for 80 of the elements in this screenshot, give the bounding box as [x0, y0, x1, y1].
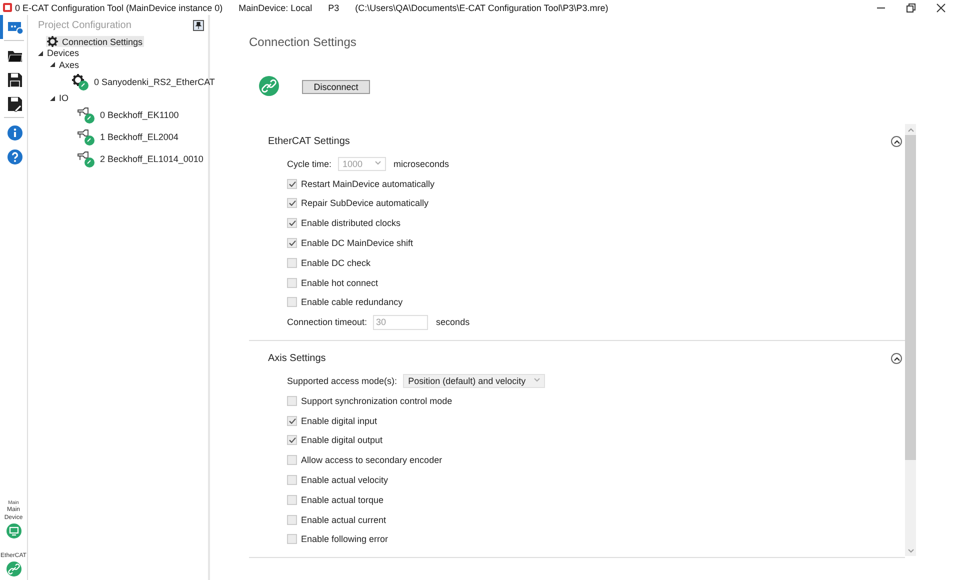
plug-status-icon [77, 106, 95, 124]
restore-icon[interactable] [906, 2, 916, 12]
dropdown[interactable]: Position (default) and velocity [403, 374, 545, 388]
tree-item[interactable]: 0 Sanyodenki_RS2_EtherCAT [70, 72, 216, 90]
checkbox[interactable] [287, 416, 297, 426]
app-logo-icon [3, 3, 12, 12]
chevron-up-icon [894, 356, 900, 361]
link-icon[interactable] [6, 561, 22, 577]
checkbox-label: Enable actual torque [301, 494, 384, 505]
save-icon [7, 72, 23, 88]
field-label: Supported access mode(s): [287, 376, 398, 386]
pin-button[interactable] [193, 20, 204, 31]
checkbox[interactable] [287, 297, 297, 308]
project-path: (C:\Users\QA\Documents\E-CAT Configuration Tool\P3\P3.mre) [355, 2, 608, 12]
gear-status-icon [71, 72, 89, 90]
checkbox[interactable] [287, 514, 297, 525]
chevron-down-icon [534, 378, 540, 382]
tree-item[interactable]: Connection Settings [46, 36, 144, 48]
checkbox[interactable] [287, 218, 297, 228]
panel-title: Project Configuration [38, 20, 132, 31]
checkbox-label: Enable following error [301, 534, 388, 544]
chevron-up-icon [894, 140, 900, 144]
chevron-down-icon [374, 160, 381, 165]
checkbox[interactable] [287, 475, 297, 486]
checkbox-label: Enable digital output [301, 435, 383, 446]
section-title: EtherCAT Settings [268, 136, 350, 147]
info-icon [7, 125, 23, 141]
unit-label: seconds [436, 317, 470, 328]
settings-monitor-icon [7, 19, 23, 35]
field-label: Cycle time: [287, 158, 332, 169]
collapse-arrow-icon[interactable] [38, 50, 42, 56]
tree-item[interactable]: Devices [46, 48, 80, 58]
collapse-arrow-icon[interactable] [50, 96, 54, 101]
page-title: Connection Settings [249, 35, 358, 51]
collapse-arrow-icon[interactable] [50, 62, 54, 68]
monitor-icon[interactable] [6, 522, 22, 539]
checkbox-label: Support synchronization control mode [301, 396, 452, 406]
checkbox[interactable] [287, 455, 297, 466]
checkbox[interactable] [287, 278, 297, 288]
checkbox[interactable] [287, 198, 297, 208]
help-icon [7, 149, 23, 165]
checkbox[interactable] [287, 396, 297, 406]
tree-item[interactable]: IO [58, 93, 70, 104]
tree-item[interactable]: Axes [58, 60, 80, 70]
collapse-button[interactable] [891, 353, 902, 364]
checkbox-label: Enable hot connect [301, 278, 378, 288]
tree-item[interactable]: 0 Beckhoff_EK1100 [76, 106, 180, 124]
field-label: Connection timeout: [287, 317, 368, 328]
folder-icon [7, 48, 23, 64]
checkbox[interactable] [287, 238, 297, 248]
unit-label: microseconds [394, 158, 450, 169]
tree-item[interactable]: 1 Beckhoff_EL2004 [76, 128, 180, 146]
checkbox-label: Enable distributed clocks [301, 218, 401, 228]
pin-icon [195, 22, 202, 29]
save-as-icon [7, 96, 23, 112]
plug-status-icon [77, 150, 95, 168]
main-device-label: MainDevice: Local [238, 2, 312, 12]
collapse-button[interactable] [891, 136, 902, 147]
checkbox[interactable] [287, 494, 297, 505]
checkbox-label: Allow access to secondary encoder [301, 455, 442, 466]
checkbox-label: Enable actual velocity [301, 475, 388, 486]
checkbox-label: Enable actual current [301, 514, 386, 525]
plug-status-icon [77, 128, 95, 146]
window-title: 0 E-CAT Configuration Tool (MainDevice instance 0) [15, 2, 223, 12]
checkbox[interactable] [287, 258, 297, 268]
project-name: P3 [328, 2, 340, 12]
close-icon[interactable] [936, 2, 946, 12]
gear-icon [47, 36, 58, 48]
tree-item[interactable]: 2 Beckhoff_EL1014_0010 [76, 150, 204, 168]
checkbox[interactable] [287, 178, 297, 189]
checkbox-label: Repair SubDevice automatically [301, 198, 429, 208]
section-title: Axis Settings [268, 353, 326, 364]
checkbox[interactable] [287, 435, 297, 446]
checkbox[interactable] [287, 534, 297, 544]
checkbox-label: Enable cable redundancy [301, 297, 403, 308]
checkbox-label: Enable DC MainDevice shift [301, 238, 414, 248]
checkbox-label: Enable digital input [301, 416, 378, 426]
checkbox-label: Enable DC check [301, 258, 371, 268]
checkbox-label: Restart MainDevice automatically [301, 178, 435, 189]
disconnect-button[interactable]: Disconnect [302, 80, 370, 94]
